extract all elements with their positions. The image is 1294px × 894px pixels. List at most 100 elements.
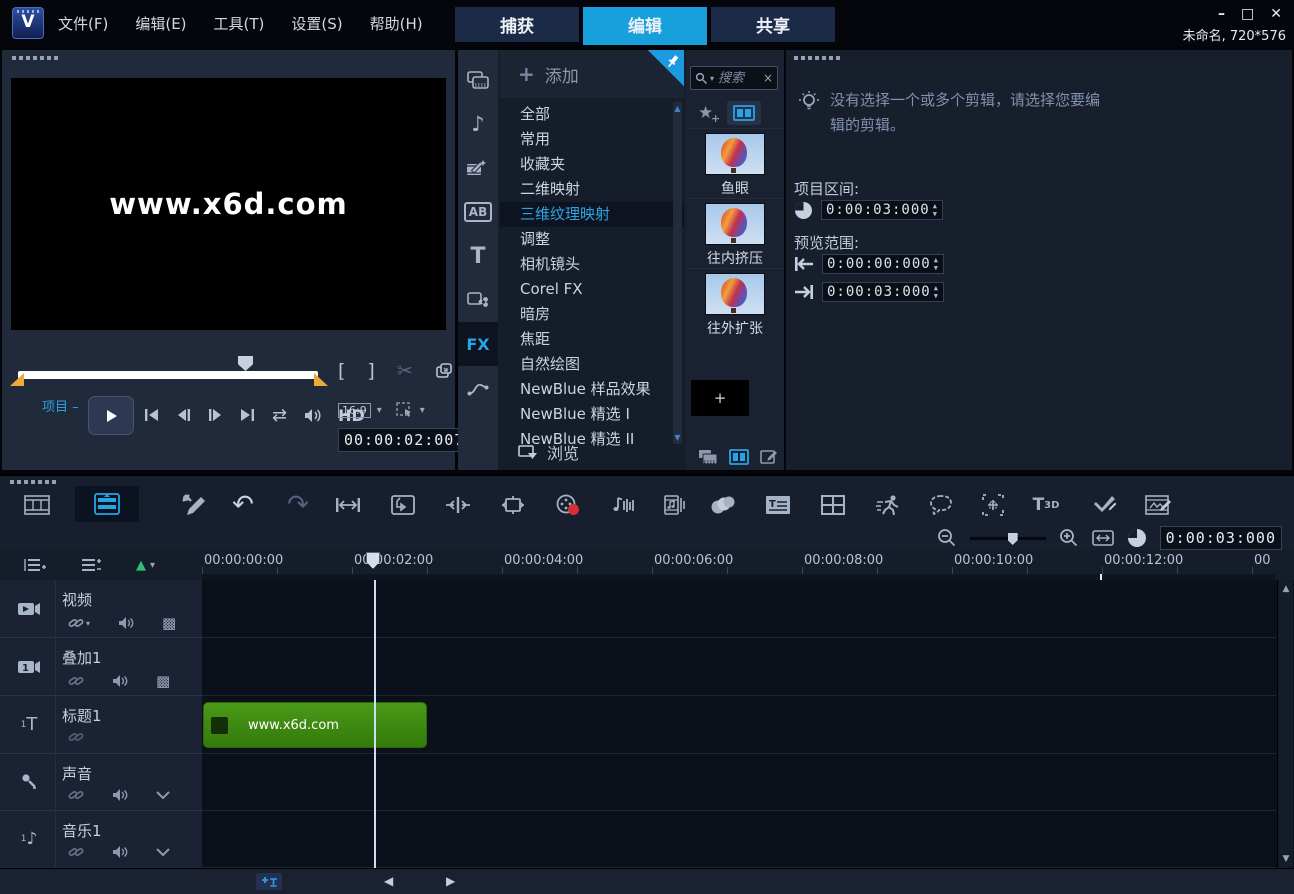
music-track-lane[interactable] — [202, 811, 1276, 868]
scroll-up-icon[interactable]: ▲ — [1278, 584, 1294, 594]
redo-button[interactable]: ↷ — [283, 490, 313, 520]
panel-drag-handle[interactable] — [10, 480, 56, 484]
category-item[interactable]: 收藏夹 — [500, 152, 684, 177]
category-item[interactable]: 调整 — [500, 227, 684, 252]
category-item[interactable]: 相机镜头 — [500, 252, 684, 277]
menu-tools[interactable]: 工具(T) — [214, 13, 265, 34]
zoom-in-icon[interactable] — [1059, 528, 1079, 548]
aspect-ratio-button[interactable]: 16:9 — [338, 403, 371, 418]
track-header-video[interactable]: 视频 ▾ ▩ — [0, 580, 202, 638]
maximize-button[interactable]: □ — [1241, 6, 1254, 22]
timeline-timecode[interactable]: 0:00:03:000 — [1160, 526, 1282, 550]
track-transparency-icon[interactable]: ▩ — [156, 672, 170, 690]
scroll-left-button[interactable]: ◀ — [384, 874, 393, 888]
volume-icon[interactable] — [304, 408, 321, 423]
go-to-start-icon[interactable] — [144, 408, 159, 422]
library-edit-icon[interactable] — [760, 449, 778, 465]
scroll-down-icon[interactable]: ▼ — [1278, 854, 1294, 864]
category-item[interactable]: 自然绘图 — [500, 352, 684, 377]
add-track-button[interactable] — [256, 873, 282, 890]
mark-out-button[interactable]: ] — [367, 360, 374, 382]
mute-track-icon[interactable] — [112, 788, 128, 802]
split-clip-icon[interactable] — [443, 490, 473, 520]
timeline-ruler[interactable]: 00:00:00:00 00:00:02:00 00:00:04:00 00:0… — [202, 550, 1275, 574]
mode-project-option[interactable]: 项目 – — [42, 399, 79, 416]
timeline-view-button[interactable] — [75, 486, 139, 522]
title-3d-icon[interactable]: T3D — [1031, 490, 1061, 520]
category-item[interactable]: NewBlue 样品效果 — [500, 377, 684, 402]
go-to-end-icon[interactable] — [240, 408, 255, 422]
selection-tool-icon[interactable] — [396, 402, 414, 418]
track-header-title[interactable]: 1T 标题1 — [0, 696, 202, 754]
search-box[interactable]: ▾ × — [690, 66, 778, 90]
mute-track-icon[interactable] — [112, 674, 128, 688]
mask-frame-icon[interactable] — [1143, 490, 1173, 520]
scroll-down-icon[interactable]: ▼ — [673, 433, 682, 442]
range-start-field[interactable]: 0:00:00:000▲▼ — [822, 254, 944, 274]
search-clear-icon[interactable]: × — [763, 71, 773, 85]
title-clip[interactable]: www.x6d.com — [203, 702, 427, 748]
track-header-music[interactable]: 1♪ 音乐1 — [0, 811, 202, 868]
search-input[interactable] — [716, 70, 761, 87]
search-options-chevron-icon[interactable]: ▾ — [710, 74, 714, 83]
add-to-favorites-icon[interactable]: ★+ — [698, 103, 713, 123]
panel-drag-handle[interactable] — [794, 56, 840, 60]
mute-track-icon[interactable] — [112, 845, 128, 859]
storyboard-view-button[interactable] — [22, 490, 52, 520]
filters-library-icon[interactable]: FX — [458, 322, 498, 366]
tab-share[interactable]: 共享 — [711, 7, 835, 42]
scroll-right-button[interactable]: ▶ — [446, 874, 455, 888]
region-behavior-icon[interactable] — [388, 490, 418, 520]
zoom-slider-handle[interactable] — [1008, 533, 1018, 545]
split-screen-template-icon[interactable] — [818, 490, 848, 520]
pin-panel-corner[interactable] — [648, 50, 684, 86]
category-item[interactable]: 常用 — [500, 127, 684, 152]
minimize-button[interactable]: – — [1218, 6, 1225, 22]
zoom-out-icon[interactable] — [937, 528, 957, 548]
overlay-track-lane[interactable] — [202, 638, 1276, 696]
category-item[interactable]: 二维映射 — [500, 177, 684, 202]
sound-mixer-icon[interactable] — [608, 490, 638, 520]
category-item[interactable]: 暗房 — [500, 302, 684, 327]
timeline-vertical-scrollbar[interactable]: ▲ ▼ — [1277, 580, 1293, 868]
category-item[interactable]: Corel FX — [500, 277, 684, 302]
trim-end-handle[interactable] — [314, 373, 328, 386]
filter-thumbnail-punch[interactable]: 往外扩张 — [686, 268, 784, 338]
mask-lasso-icon[interactable] — [926, 490, 956, 520]
category-scrollbar[interactable]: ▲ ▼ — [673, 102, 682, 444]
play-button[interactable] — [88, 396, 134, 435]
ripple-editing-toggle[interactable]: ▲ ▾ — [136, 558, 155, 573]
category-item[interactable]: 焦距 — [500, 327, 684, 352]
link-icon[interactable]: ▾ — [68, 616, 90, 630]
scrubber-bar[interactable] — [18, 371, 318, 379]
link-icon[interactable] — [68, 674, 84, 688]
split-clip-scissors-button[interactable]: ✂ — [397, 360, 413, 382]
browse-button[interactable]: 浏览 — [518, 440, 579, 464]
motion-runner-icon[interactable] — [873, 490, 903, 520]
scroll-up-icon[interactable]: ▲ — [673, 104, 682, 113]
scrubber-playhead-handle[interactable] — [238, 356, 253, 371]
track-manager-icon[interactable] — [24, 557, 46, 573]
timeline-playhead-line[interactable] — [374, 580, 376, 868]
media-library-icon[interactable] — [458, 58, 498, 102]
title-library-icon[interactable]: T — [458, 234, 498, 278]
audio-library-icon[interactable]: ♪ — [458, 102, 498, 146]
link-icon[interactable] — [68, 730, 84, 744]
blend-circles-icon[interactable] — [708, 490, 738, 520]
library-list-view-icon[interactable] — [729, 449, 749, 465]
menu-settings[interactable]: 设置(S) — [291, 13, 342, 34]
auto-music-icon[interactable] — [661, 490, 691, 520]
add-remove-track-icon[interactable] — [80, 557, 102, 573]
tab-capture[interactable]: 捕获 — [455, 7, 579, 42]
range-end-field[interactable]: 0:00:03:000▲▼ — [822, 282, 944, 302]
motion-path-library-icon[interactable] — [458, 366, 498, 410]
zoom-slider[interactable] — [970, 531, 1046, 545]
fit-timeline-icon[interactable] — [1092, 530, 1114, 546]
preview-timecode[interactable]: 00:00:02:007 — [338, 428, 470, 452]
link-chevron-icon[interactable]: ▾ — [86, 619, 90, 628]
filter-thumbnail-pinch[interactable]: 往内挤压 — [686, 198, 784, 268]
video-track-lane[interactable] — [202, 580, 1276, 638]
record-capture-icon[interactable] — [553, 490, 583, 520]
subtitle-editor-icon[interactable]: T — [763, 490, 793, 520]
track-header-voice[interactable]: 声音 — [0, 754, 202, 811]
